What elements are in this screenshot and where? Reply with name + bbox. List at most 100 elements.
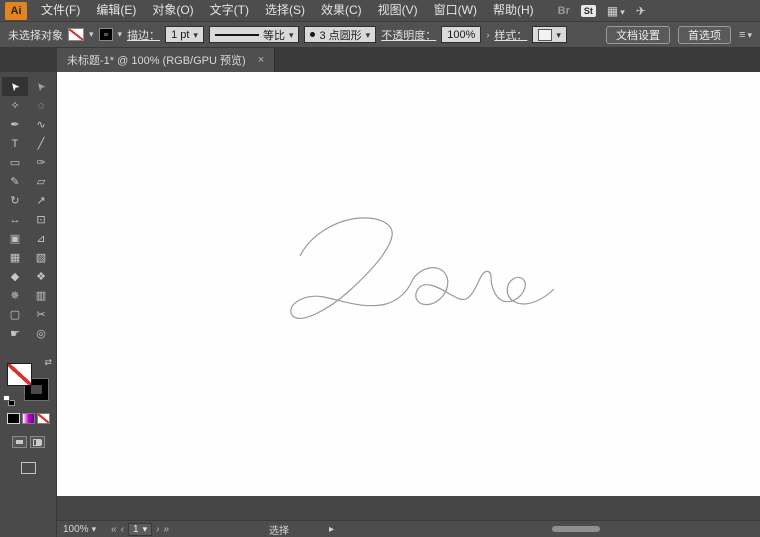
menu-item[interactable]: 文件(F) xyxy=(33,0,88,22)
menu-item[interactable]: 效果(C) xyxy=(313,0,370,22)
bridge-icon[interactable]: Br xyxy=(558,5,570,17)
screen-mode-button[interactable] xyxy=(20,462,36,474)
artboard-canvas[interactable] xyxy=(57,72,760,496)
chevron-down-icon xyxy=(92,524,97,535)
artboard-tool[interactable]: ▢ xyxy=(2,305,28,324)
opacity-panel-link[interactable]: 不透明度： xyxy=(381,27,436,43)
document-setup-button[interactable]: 文档设置 xyxy=(606,25,671,44)
stroke-chevron-icon[interactable] xyxy=(118,29,123,40)
app-logo: Ai xyxy=(5,1,27,20)
draw-behind-button[interactable] xyxy=(29,436,45,448)
style-panel-link[interactable]: 样式： xyxy=(494,27,527,43)
blend-tool[interactable]: ❖ xyxy=(28,267,54,286)
menu-item[interactable]: 选择(S) xyxy=(257,0,313,22)
line-segment-tool[interactable]: ╱ xyxy=(28,134,54,153)
opacity-dropdown[interactable]: 100% xyxy=(441,26,482,43)
zoom-level-value: 100% xyxy=(63,523,89,535)
symbol-sprayer-tool[interactable]: ✵ xyxy=(2,286,28,305)
illustrator-window: Ai 文件(F) 编辑(E) 对象(O) 文字(T) 选择(S) 效果(C) 视图(V) 窗口… xyxy=(0,0,760,537)
artboard-number-dropdown[interactable]: 1 xyxy=(128,522,153,536)
magic-wand-tool[interactable]: ✧ xyxy=(2,96,28,115)
swap-fill-stroke-icon[interactable] xyxy=(44,357,52,368)
selection-status: 未选择对象 xyxy=(8,29,63,42)
fill-chevron-icon[interactable] xyxy=(89,29,94,40)
eraser-tool[interactable]: ▱ xyxy=(28,172,54,191)
style-dropdown[interactable] xyxy=(532,26,567,43)
hand-tool[interactable]: ☛ xyxy=(2,324,28,343)
direct-selection-tool[interactable]: ➤ xyxy=(28,77,54,96)
menu-item[interactable]: 帮助(H) xyxy=(485,0,542,22)
stroke-weight-dropdown[interactable]: 1 pt xyxy=(165,26,204,43)
free-transform-tool[interactable]: ⊡ xyxy=(28,210,54,229)
chevron-down-icon xyxy=(143,524,148,535)
status-text: 选择 xyxy=(269,525,290,537)
pencil-tool[interactable]: ✎ xyxy=(2,172,28,191)
stroke-panel-link[interactable]: 描边： xyxy=(127,27,160,43)
zoom-tool[interactable]: ◎ xyxy=(28,324,54,343)
paintbrush-tool[interactable]: ✑ xyxy=(28,153,54,172)
controlbar-menu[interactable] xyxy=(739,29,752,41)
stroke-weight-value: 1 pt xyxy=(171,28,190,41)
scale-tool[interactable]: ↗ xyxy=(28,191,54,210)
chevron-down-icon xyxy=(289,29,294,41)
profile-line-icon xyxy=(214,33,259,36)
zoom-level-dropdown[interactable]: 100% xyxy=(63,524,96,535)
document-tab[interactable]: 未标题-1* @ 100% (RGB/GPU 预览) xyxy=(57,48,276,72)
width-profile-dropdown[interactable]: 等比 xyxy=(208,26,300,43)
gradient-tool[interactable]: ▧ xyxy=(28,248,54,267)
style-swatch xyxy=(538,28,553,41)
menu-item[interactable]: 文字(T) xyxy=(202,0,257,22)
fill-indicator-none[interactable] xyxy=(7,363,32,386)
stock-icon[interactable]: St xyxy=(580,4,596,17)
draw-normal-button[interactable] xyxy=(11,436,27,448)
perspective-grid-tool[interactable]: ⊿ xyxy=(28,229,54,248)
next-artboard-icon[interactable] xyxy=(156,524,159,535)
love-outline-path[interactable] xyxy=(290,217,555,319)
menubar: Ai 文件(F) 编辑(E) 对象(O) 文字(T) 选择(S) 效果(C) 视图(V) 窗口… xyxy=(0,0,760,22)
first-artboard-icon[interactable] xyxy=(111,524,117,535)
send-icon xyxy=(636,4,646,18)
share-button[interactable] xyxy=(636,4,646,18)
tab-close-icon[interactable] xyxy=(258,54,264,66)
gradient-button[interactable] xyxy=(21,413,35,424)
stroke-color-swatch[interactable] xyxy=(98,28,113,41)
document-tab-bar: 未标题-1* @ 100% (RGB/GPU 预览) xyxy=(0,48,760,72)
fill-color-swatch[interactable] xyxy=(68,28,84,41)
brush-definition-dropdown[interactable]: 3 点圆形 xyxy=(304,26,377,43)
width-tool[interactable]: ↔ xyxy=(2,210,28,229)
pasteboard-strip xyxy=(57,496,760,520)
menubar-icons: Br St xyxy=(558,4,646,18)
shape-builder-tool[interactable]: ▣ xyxy=(2,229,28,248)
menu-item[interactable]: 视图(V) xyxy=(370,0,426,22)
slice-tool[interactable]: ✂ xyxy=(28,305,54,324)
eyedropper-tool[interactable]: ◆ xyxy=(2,267,28,286)
type-tool[interactable]: T xyxy=(2,134,28,153)
menu-item[interactable]: 窗口(W) xyxy=(426,0,485,22)
color-button[interactable] xyxy=(6,413,20,424)
column-graph-tool[interactable]: ▥ xyxy=(28,286,54,305)
rectangle-tool[interactable]: ▭ xyxy=(2,153,28,172)
tools-panel: ➤ ➤ ✧ ◌ ✒ ∿ T ╱ ▭ ✑ ✎ ▱ ↻ ↗ ↔ ⊡ ▣ ⊿ ▦ ▧ … xyxy=(0,72,57,537)
none-button[interactable] xyxy=(36,413,50,424)
status-display: 选择 xyxy=(269,522,334,537)
workspace-switcher[interactable] xyxy=(607,4,625,18)
preferences-button[interactable]: 首选项 xyxy=(678,25,732,44)
opacity-chevron-icon[interactable] xyxy=(486,30,489,40)
pen-tool[interactable]: ✒ xyxy=(2,115,28,134)
love-script-artwork[interactable] xyxy=(282,212,582,352)
selection-tool[interactable]: ➤ xyxy=(2,77,28,96)
horizontal-scrollbar-thumb[interactable] xyxy=(552,526,600,532)
fill-stroke-indicator xyxy=(3,363,49,406)
menu-item[interactable]: 对象(O) xyxy=(144,0,201,22)
curvature-tool[interactable]: ∿ xyxy=(28,115,54,134)
artboard-navigation: 1 xyxy=(111,522,169,536)
last-artboard-icon[interactable] xyxy=(163,524,169,535)
menu-item[interactable]: 编辑(E) xyxy=(88,0,144,22)
previous-artboard-icon[interactable] xyxy=(121,524,124,535)
control-bar: 未选择对象 描边： 1 pt 等比 3 点圆形 不透明度： 100% 样式： xyxy=(0,22,760,48)
status-menu-icon[interactable] xyxy=(329,524,334,535)
lasso-tool[interactable]: ◌ xyxy=(28,96,54,115)
mesh-tool[interactable]: ▦ xyxy=(2,248,28,267)
default-fill-stroke-icon[interactable] xyxy=(3,395,15,406)
rotate-tool[interactable]: ↻ xyxy=(2,191,28,210)
